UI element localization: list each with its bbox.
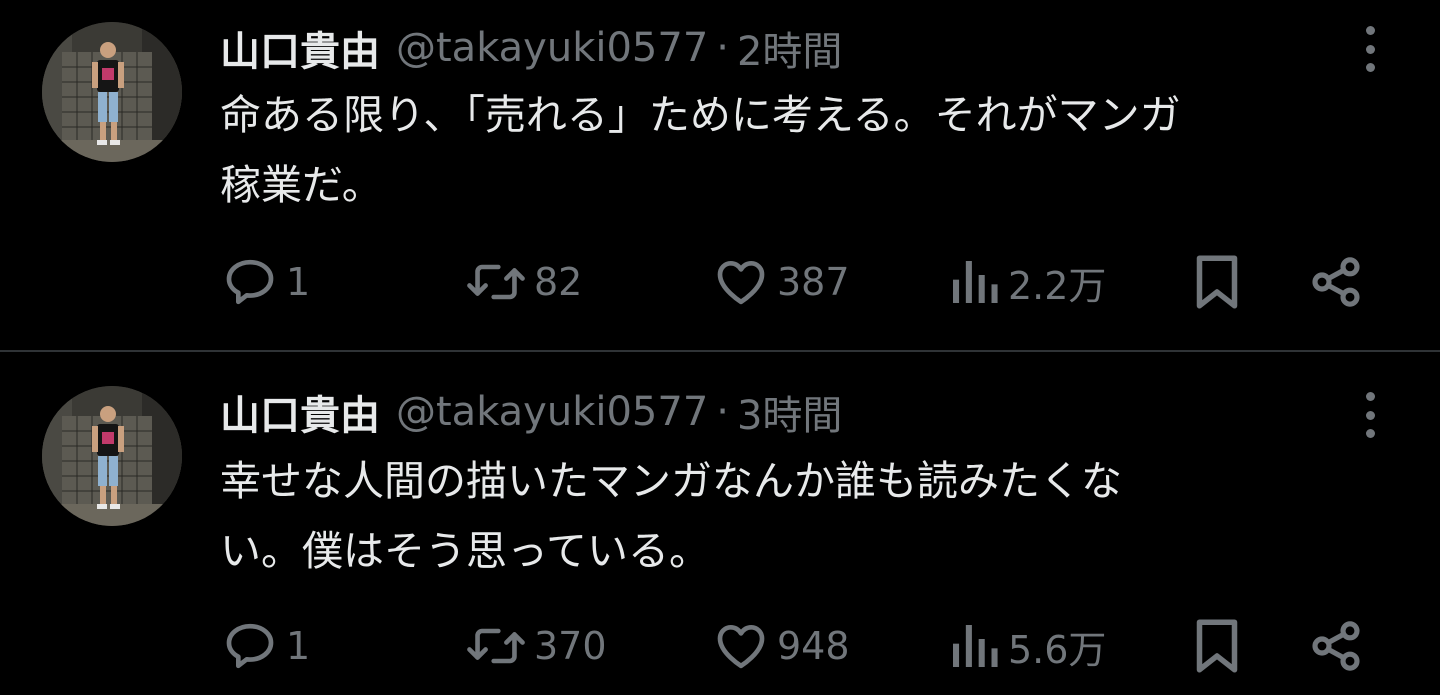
avatar[interactable] — [42, 22, 182, 162]
retweet-count: 370 — [534, 624, 607, 668]
timestamp[interactable]: 2時間 — [737, 19, 842, 77]
header-separator: · — [716, 25, 729, 71]
reply-bubble-icon — [226, 623, 274, 669]
header-separator: · — [716, 389, 729, 435]
tweet-header: 山口貴由 @takayuki0577 · 3時間 — [220, 384, 842, 440]
reply-bubble-icon — [226, 259, 274, 305]
retweet-button[interactable]: 82 — [466, 250, 582, 314]
more-vertical-icon[interactable] — [1350, 26, 1390, 72]
author-name[interactable]: 山口貴由 — [220, 383, 380, 441]
like-button[interactable]: 948 — [713, 614, 850, 678]
bookmark-icon — [1196, 255, 1238, 309]
action-bar: 1 370 948 5.6万 — [0, 614, 1440, 678]
tweet[interactable]: 山口貴由 @takayuki0577 · 3時間 幸せな人間の描いたマンガなんか… — [0, 352, 1440, 695]
avatar[interactable] — [42, 386, 182, 526]
tweet-text-line: 命ある限り、「売れる」ために考える。それがマンガ — [220, 91, 1181, 139]
view-count: 5.6万 — [1008, 627, 1107, 672]
share-icon — [1312, 257, 1360, 307]
retweet-count: 82 — [534, 260, 583, 304]
view-count: 2.2万 — [1008, 263, 1107, 308]
views-button[interactable]: 5.6万 — [948, 614, 1106, 678]
author-handle[interactable]: @takayuki0577 — [396, 25, 708, 71]
heart-icon — [717, 261, 765, 305]
reply-count: 1 — [286, 260, 311, 304]
bookmark-icon — [1196, 619, 1238, 673]
bookmark-button[interactable] — [1192, 250, 1242, 314]
views-button[interactable]: 2.2万 — [948, 250, 1106, 314]
tweet[interactable]: 山口貴由 @takayuki0577 · 2時間 命ある限り、「売れる」ために考… — [0, 0, 1440, 350]
retweet-arrows-icon — [467, 628, 525, 664]
bookmark-button[interactable] — [1192, 614, 1242, 678]
tweet-text-line: い。僕はそう思っている。 — [220, 527, 710, 575]
tweet-text-line: 稼業だ。 — [220, 161, 383, 209]
tweet-text: 命ある限り、「売れる」ために考える。それがマンガ 稼業だ。 — [220, 80, 1400, 220]
retweet-button[interactable]: 370 — [466, 614, 607, 678]
tweet-header: 山口貴由 @takayuki0577 · 2時間 — [220, 20, 842, 76]
share-button[interactable] — [1308, 250, 1364, 314]
reply-button[interactable]: 1 — [222, 614, 310, 678]
bar-chart-icon — [953, 625, 998, 667]
retweet-arrows-icon — [467, 264, 525, 300]
author-handle[interactable]: @takayuki0577 — [396, 389, 708, 435]
reply-count: 1 — [286, 624, 311, 668]
like-button[interactable]: 387 — [713, 250, 850, 314]
share-button[interactable] — [1308, 614, 1364, 678]
reply-button[interactable]: 1 — [222, 250, 310, 314]
timeline-feed: 山口貴由 @takayuki0577 · 2時間 命ある限り、「売れる」ために考… — [0, 0, 1440, 695]
timestamp[interactable]: 3時間 — [737, 383, 842, 441]
action-bar: 1 82 387 2.2万 — [0, 250, 1440, 314]
author-name[interactable]: 山口貴由 — [220, 19, 380, 77]
tweet-text-line: 幸せな人間の描いたマンガなんか誰も読みたくな — [220, 457, 1122, 505]
like-count: 387 — [777, 260, 850, 304]
bar-chart-icon — [953, 261, 998, 303]
heart-icon — [717, 625, 765, 669]
like-count: 948 — [777, 624, 850, 668]
share-icon — [1312, 621, 1360, 671]
tweet-text: 幸せな人間の描いたマンガなんか誰も読みたくな い。僕はそう思っている。 — [220, 446, 1400, 586]
more-vertical-icon[interactable] — [1350, 392, 1390, 438]
